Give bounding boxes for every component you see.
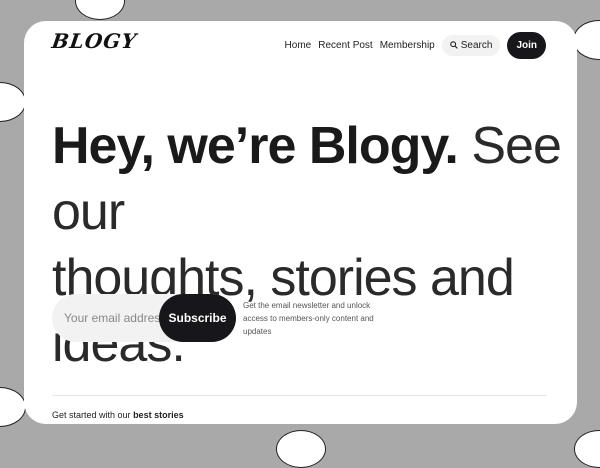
nav-link-home[interactable]: Home [285, 40, 312, 51]
decorative-blob [0, 82, 26, 122]
best-stories-heading: Get started with our best stories [52, 410, 184, 420]
subscribe-form: Subscribe Get the email newsletter and u… [52, 293, 393, 343]
best-stories-prefix: Get started with our [52, 410, 131, 420]
email-field[interactable] [52, 293, 166, 343]
decorative-blob [0, 387, 26, 427]
search-icon [449, 41, 458, 49]
decorative-blob [574, 430, 600, 468]
best-stories-emphasis: best stories [133, 410, 184, 420]
email-field-wrapper: Subscribe [52, 293, 236, 343]
nav-link-recent-post[interactable]: Recent Post [318, 40, 372, 51]
hero-headline-bold: Hey, we’re Blogy. [52, 117, 459, 175]
newsletter-note: Get the email newsletter and unlock acce… [243, 300, 374, 336]
nav-link-membership[interactable]: Membership [380, 40, 435, 51]
decorative-blob [75, 0, 125, 20]
decorative-blob [276, 430, 326, 468]
search-label: Search [460, 39, 493, 51]
join-button[interactable]: Join [507, 31, 546, 59]
decorative-blob [573, 20, 600, 60]
search-button[interactable]: Search [441, 34, 501, 56]
page-card: BLOGY Home Recent Post Membership Search… [24, 21, 577, 424]
section-divider [52, 395, 547, 396]
subscribe-button[interactable]: Subscribe [159, 294, 236, 342]
blogy-logo[interactable]: BLOGY [50, 29, 138, 53]
top-nav: Home Recent Post Membership Search Join [285, 31, 546, 59]
